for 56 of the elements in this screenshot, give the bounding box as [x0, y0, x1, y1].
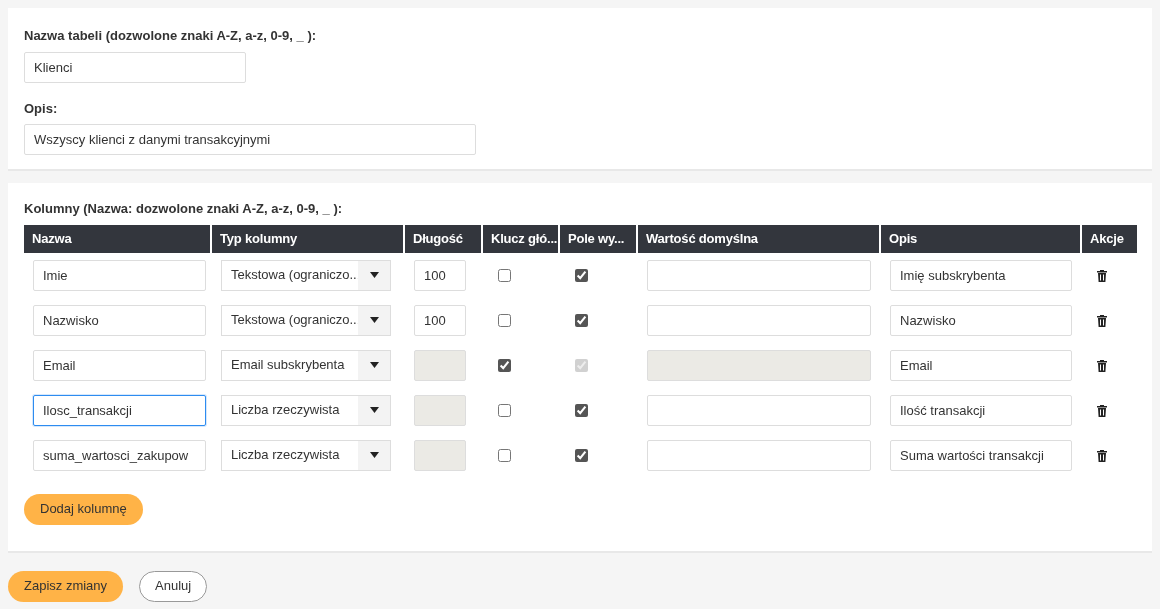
trash-icon[interactable] [1097, 404, 1107, 417]
length-field[interactable]: 100 [414, 259, 466, 291]
visible-checkbox[interactable] [575, 449, 588, 463]
column-header: Akcje [1082, 224, 1137, 253]
visible-checkbox[interactable] [575, 404, 588, 418]
column-name-field[interactable]: Ilosc_transakcji [33, 394, 206, 426]
default-value-field[interactable] [647, 394, 871, 426]
column-header: Opis [881, 224, 1082, 253]
column-description-field[interactable]: Email [890, 349, 1072, 381]
column-type-select[interactable]: Email subskrybenta [221, 349, 391, 381]
save-button[interactable]: Zapisz zmiany [8, 570, 124, 602]
column-type-select[interactable]: Tekstowa (ograniczo... [221, 259, 391, 291]
primary-key-checkbox[interactable] [498, 404, 511, 418]
primary-key-checkbox[interactable] [498, 269, 511, 283]
table-name-label: Nazwa tabeli (dozwolone znaki A-Z, a-z, 0-9, _ ): [24, 27, 318, 45]
columns-label: Kolumny (Nazwa: dozwolone znaki A-Z, a-z, 0-9, _ ): [24, 200, 344, 218]
column-description-field[interactable]: Ilość transakcji [890, 394, 1072, 426]
add-column-button[interactable]: Dodaj kolumnę [24, 493, 143, 525]
visible-checkbox[interactable] [575, 314, 588, 328]
length-field[interactable]: 100 [414, 304, 466, 336]
trash-icon[interactable] [1097, 314, 1107, 327]
column-name-field[interactable]: Nazwisko [33, 304, 206, 336]
caret-down-icon [369, 452, 379, 458]
column-type-select[interactable]: Tekstowa (ograniczo... [221, 304, 391, 336]
column-description-field[interactable]: Nazwisko [890, 304, 1072, 336]
table-name-field[interactable]: Klienci [24, 51, 246, 83]
default-value-field[interactable] [647, 304, 871, 336]
column-header: Pole wy... [560, 224, 638, 253]
primary-key-checkbox[interactable] [498, 449, 511, 463]
caret-down-icon [369, 317, 379, 323]
column-type-select[interactable]: Liczba rzeczywista [221, 439, 391, 471]
column-header: Klucz głó... [483, 224, 560, 253]
column-header: Typ kolumny [212, 224, 405, 253]
caret-down-icon [369, 272, 379, 278]
visible-checkbox[interactable] [575, 269, 588, 283]
primary-key-checkbox[interactable] [498, 359, 511, 373]
primary-key-checkbox[interactable] [498, 314, 511, 328]
trash-icon[interactable] [1097, 359, 1107, 372]
caret-down-icon [369, 362, 379, 368]
column-header: Długość [405, 224, 483, 253]
description-label: Opis: [24, 99, 59, 118]
caret-down-icon [369, 407, 379, 413]
column-description-field[interactable]: Suma wartości transakcji [890, 439, 1072, 471]
column-header: Nazwa [24, 224, 212, 253]
cancel-button[interactable]: Anuluj [139, 570, 208, 602]
column-type-select[interactable]: Liczba rzeczywista [221, 394, 391, 426]
default-value-field[interactable] [647, 259, 871, 291]
trash-icon[interactable] [1097, 449, 1107, 462]
column-description-field[interactable]: Imię subskrybenta [890, 259, 1072, 291]
column-name-field[interactable]: Imie [33, 259, 206, 291]
trash-icon[interactable] [1097, 269, 1107, 282]
description-field[interactable]: Wszyscy klienci z danymi transakcyjnymi [24, 124, 476, 155]
column-name-field[interactable]: suma_wartosci_zakupow [33, 439, 206, 471]
column-header: Wartość domyślna [638, 224, 881, 253]
default-value-field[interactable] [647, 439, 871, 471]
column-name-field[interactable]: Email [33, 349, 206, 381]
